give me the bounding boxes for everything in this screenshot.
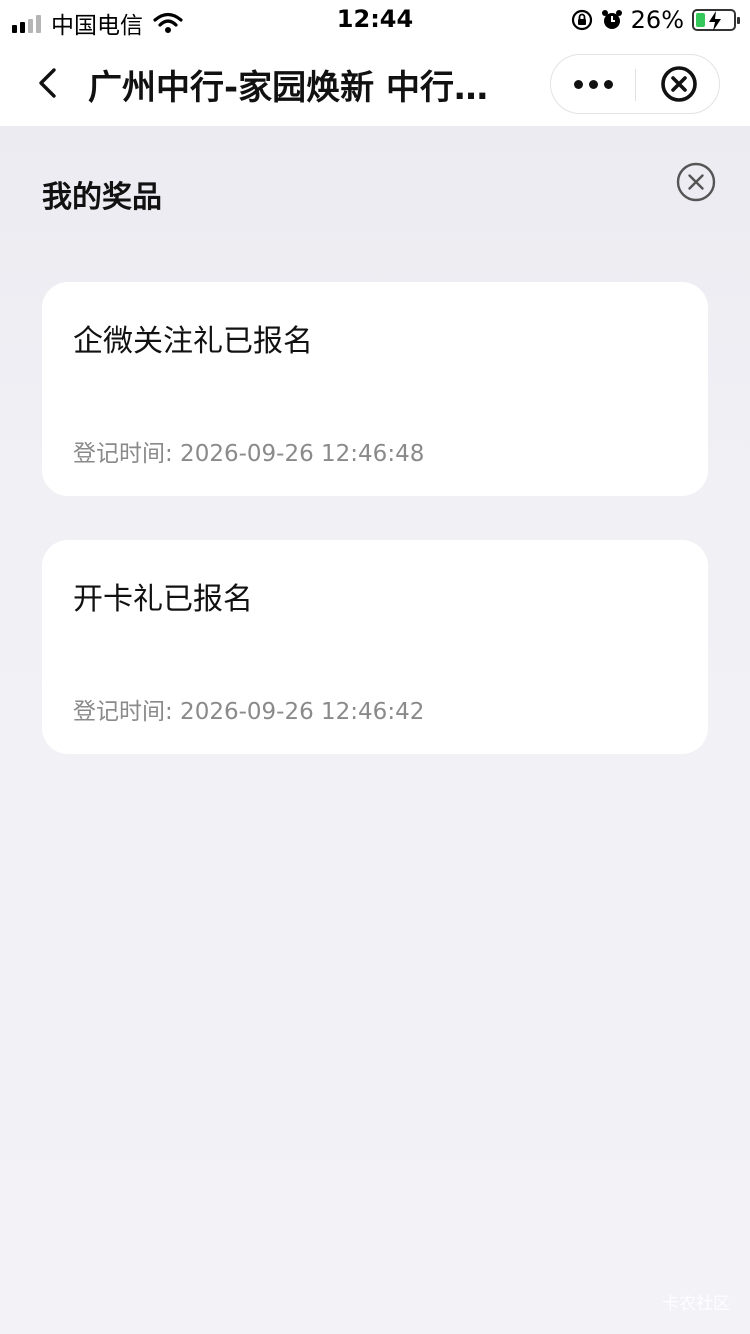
rotation-lock-icon [571,9,592,31]
prize-title: 企微关注礼已报名 [73,324,313,359]
battery-fill [696,13,705,27]
capsule-divider [635,69,636,101]
status-right: 26% [571,6,740,34]
prize-card[interactable]: 企微关注礼已报名 登记时间: 2026-09-26 12:46:48 [42,282,708,496]
prizes-panel: 我的奖品 企微关注礼已报名 登记时间: 2026-09-26 12:46:48 … [0,126,750,1334]
mini-program-capsule [550,54,720,114]
page-title: 广州中行-家园焕新 中行… [88,68,488,108]
panel-close-icon[interactable] [676,162,716,202]
charging-bolt-icon [709,11,721,31]
prize-title: 开卡礼已报名 [73,582,253,617]
prize-card[interactable]: 开卡礼已报名 登记时间: 2026-09-26 12:46:42 [42,540,708,754]
more-button[interactable] [551,55,635,113]
battery-percent: 26% [630,6,684,34]
status-bar: 中国电信 12:44 26% [0,0,750,40]
prize-registration-time: 登记时间: 2026-09-26 12:46:48 [73,441,425,467]
watermark: 卡农社区 [662,1294,730,1314]
close-circle-icon [661,66,697,102]
close-mini-program-button[interactable] [637,55,721,113]
back-arrow-icon[interactable] [28,62,70,104]
nav-bar: 广州中行-家园焕新 中行… [0,40,750,126]
battery-icon [692,9,740,31]
more-dots-icon [573,79,583,89]
prize-registration-time: 登记时间: 2026-09-26 12:46:42 [73,699,425,725]
panel-title: 我的奖品 [42,180,162,215]
alarm-icon [601,10,622,29]
